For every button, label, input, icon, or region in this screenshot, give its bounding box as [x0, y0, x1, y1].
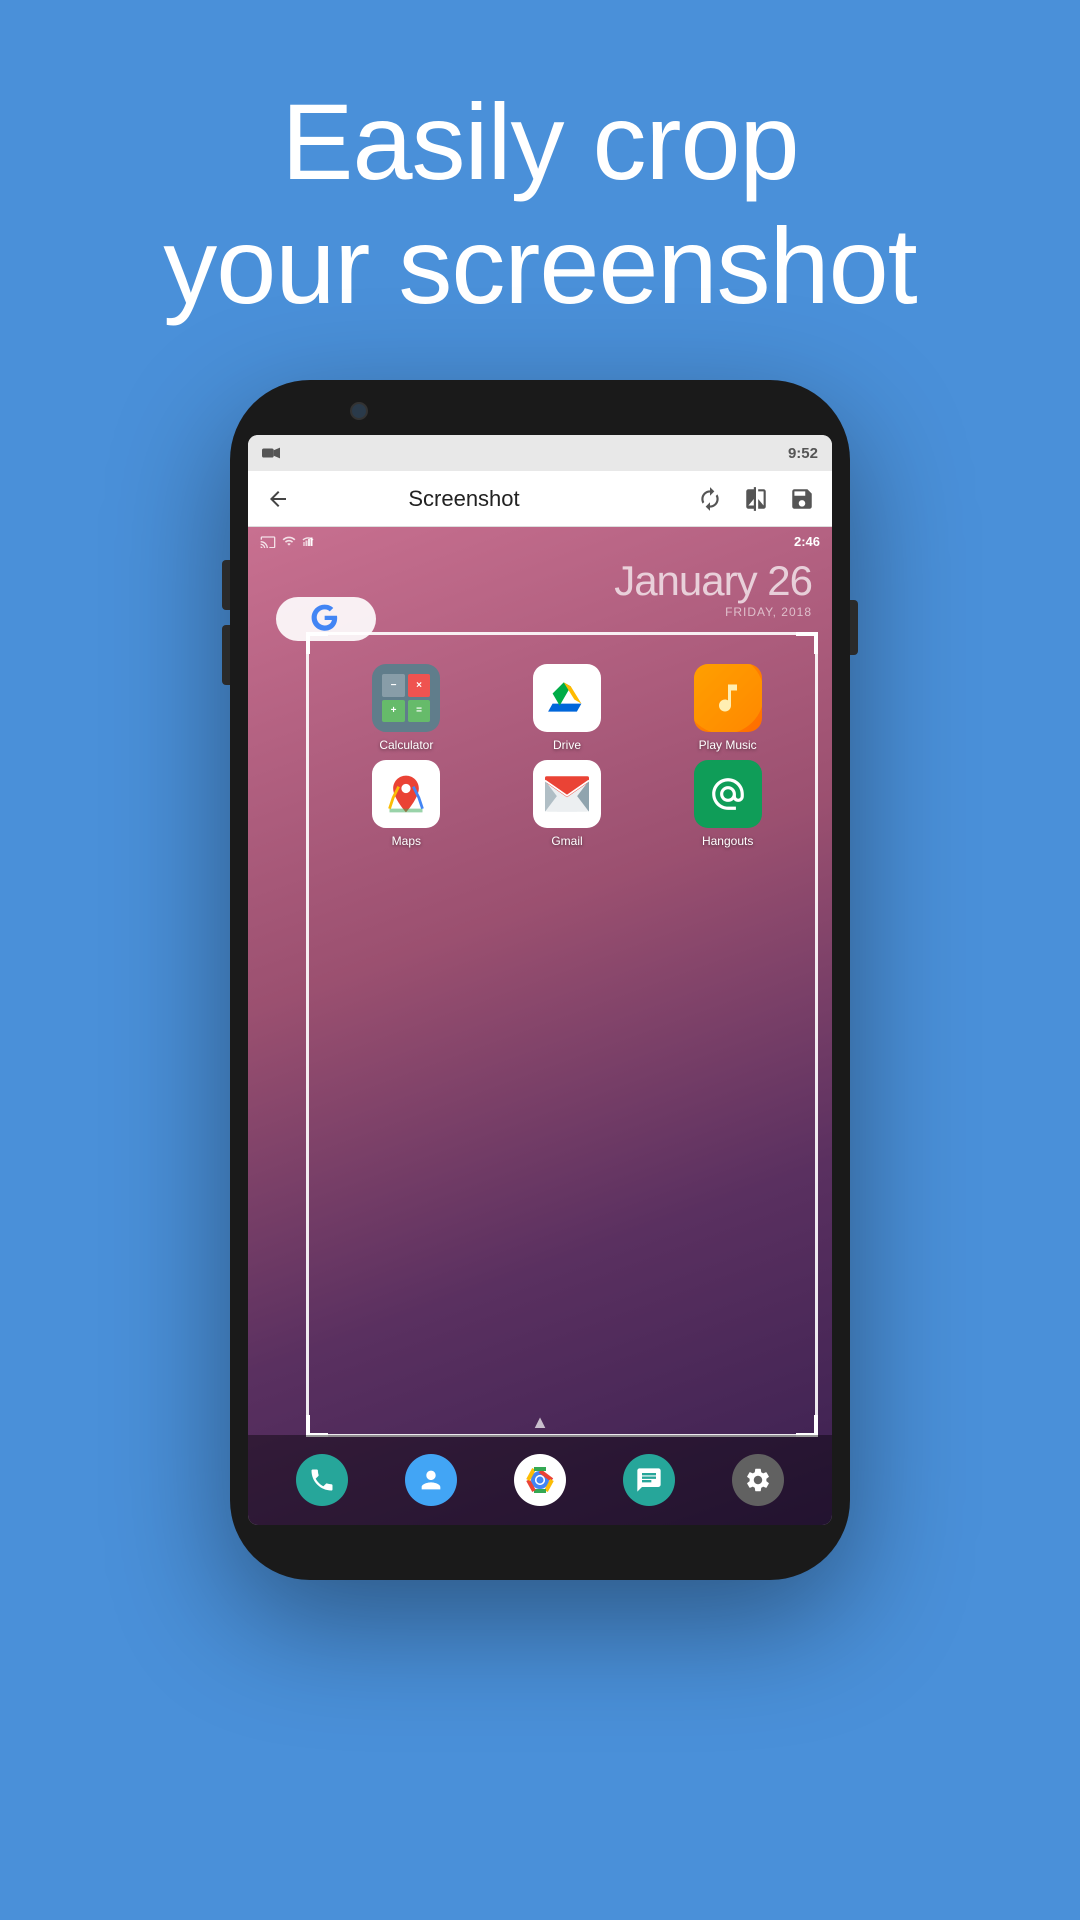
android-status-left — [260, 534, 314, 548]
hangouts-label: Hangouts — [702, 834, 753, 848]
android-signal-icon — [302, 534, 314, 548]
hangouts-app[interactable]: Hangouts — [649, 760, 806, 848]
save-button[interactable] — [788, 485, 816, 513]
volume-up-button — [222, 560, 230, 610]
calculator-app[interactable]: − × + = Calculator — [328, 664, 485, 752]
calculator-label: Calculator — [379, 738, 433, 752]
crop-corner-tr — [796, 632, 818, 654]
dock-phone-icon[interactable] — [296, 1454, 348, 1506]
android-date: January 26 FRIDAY, 2018 — [614, 557, 812, 619]
hangouts-icon — [694, 760, 762, 828]
android-wifi-icon — [281, 534, 297, 548]
phone-screen: 9:52 Screenshot — [248, 435, 832, 1525]
volume-down-button — [222, 625, 230, 685]
cast-icon — [260, 534, 276, 548]
drive-icon — [533, 664, 601, 732]
phone-body: 9:52 Screenshot — [230, 380, 850, 1580]
maps-label: Maps — [392, 834, 421, 848]
android-status-bar: 2:46 — [248, 527, 832, 555]
status-time: 9:52 — [788, 445, 818, 462]
google-logo — [310, 603, 342, 635]
gmail-label: Gmail — [551, 834, 582, 848]
bottom-handle-arrow: ▲ — [531, 1412, 549, 1433]
calculator-icon: − × + = — [372, 664, 440, 732]
screenshot-canvas: 2:46 January 26 FRID — [248, 527, 832, 1525]
gmail-app[interactable]: Gmail — [489, 760, 646, 848]
editor-toolbar: Screenshot — [248, 471, 832, 527]
android-dock — [248, 1435, 832, 1525]
dock-messages-icon[interactable] — [623, 1454, 675, 1506]
video-status-icon — [262, 446, 280, 460]
front-camera — [350, 402, 368, 420]
status-left-icons — [262, 446, 280, 460]
hero-section: Easily crop your screenshot — [0, 0, 1080, 328]
hero-title: Easily crop your screenshot — [0, 80, 1080, 328]
dock-contacts-icon[interactable] — [405, 1454, 457, 1506]
crop-corner-br — [796, 1415, 818, 1437]
gmail-icon — [533, 760, 601, 828]
power-button — [850, 600, 858, 655]
maps-app[interactable]: Maps — [328, 760, 485, 848]
app-icons-grid: − × + = Calculator — [320, 652, 814, 860]
toolbar-title: Screenshot — [252, 486, 676, 512]
drive-label: Drive — [553, 738, 581, 752]
dock-settings-icon[interactable] — [732, 1454, 784, 1506]
editor-status-bar: 9:52 — [248, 435, 832, 471]
rotate-button[interactable] — [696, 485, 724, 513]
maps-icon — [372, 760, 440, 828]
compare-button[interactable] — [742, 485, 770, 513]
drive-app[interactable]: Drive — [489, 664, 646, 752]
crop-corner-bl — [306, 1415, 328, 1437]
playmusic-icon — [694, 664, 762, 732]
toolbar-action-icons — [696, 485, 816, 513]
playmusic-app[interactable]: Play Music — [649, 664, 806, 752]
dock-chrome-icon[interactable] — [514, 1454, 566, 1506]
android-time: 2:46 — [794, 534, 820, 549]
phone-device: 9:52 Screenshot — [230, 380, 850, 1580]
playmusic-label: Play Music — [699, 738, 757, 752]
android-homescreen: 2:46 January 26 FRID — [248, 527, 832, 1525]
crop-corner-tl — [306, 632, 328, 654]
